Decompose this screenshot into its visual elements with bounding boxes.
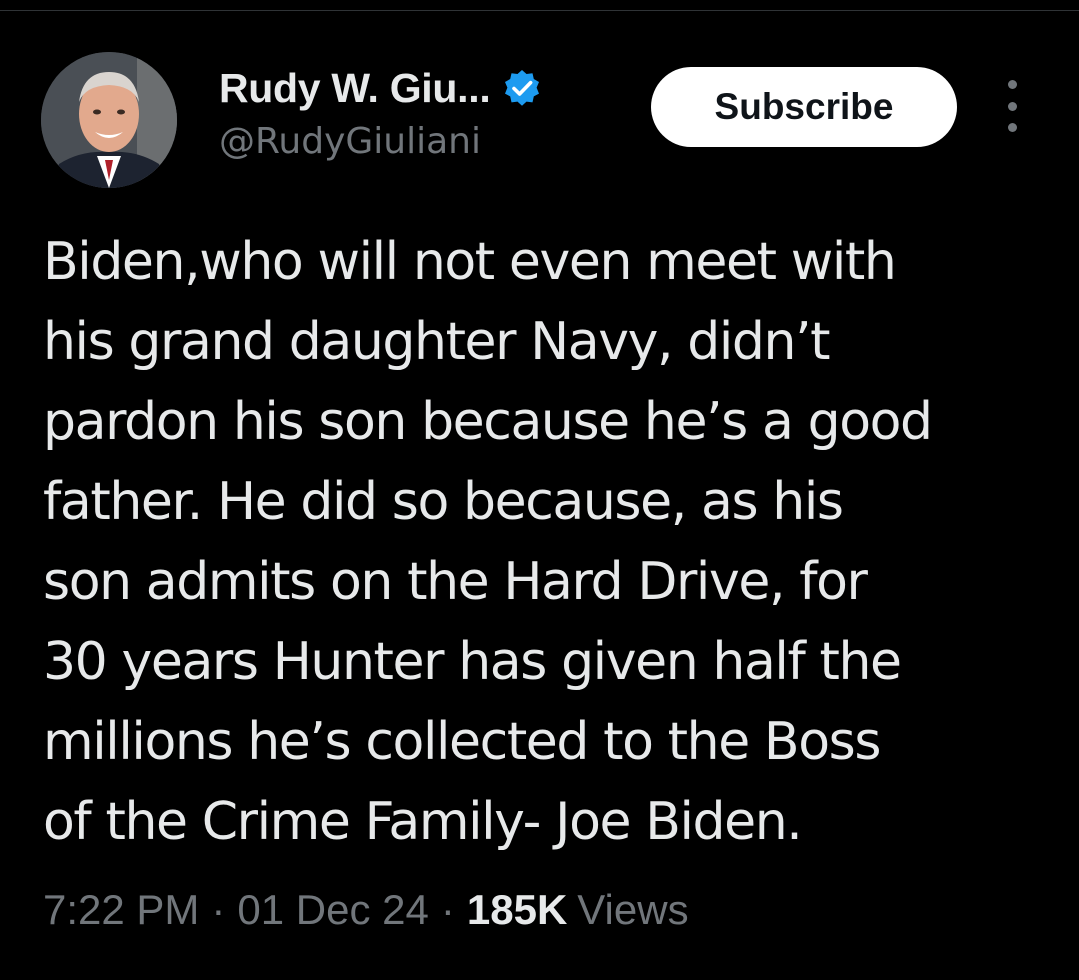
tweet-line: father. He did so because, as his	[43, 472, 844, 532]
subscribe-button[interactable]: Subscribe	[651, 67, 957, 147]
tweet-line: of the Crime Family- Joe Biden.	[43, 792, 803, 852]
tweet-line: 30 years Hunter has given half the	[43, 632, 902, 692]
tweet-time[interactable]: 7:22 PM	[43, 886, 199, 934]
verified-badge-icon	[505, 70, 540, 106]
meta-separator: ·	[211, 886, 226, 933]
tweet-line: Biden,who will not even meet with	[43, 232, 897, 292]
avatar-portrait	[41, 52, 177, 188]
display-name[interactable]: Rudy W. Giu...	[219, 65, 491, 112]
author-name-row[interactable]: Rudy W. Giu...	[219, 62, 542, 114]
views-label[interactable]: Views	[577, 886, 688, 934]
more-dot	[1007, 80, 1017, 89]
top-divider	[0, 10, 1079, 11]
avatar[interactable]	[41, 52, 177, 188]
tweet-line: son admits on the Hard Drive, for	[43, 552, 868, 612]
tweet-line: pardon his son because he’s a good	[43, 392, 933, 452]
tweet-line: millions he’s collected to the Boss	[43, 712, 881, 772]
more-dot	[1007, 123, 1017, 132]
more-dot	[1007, 101, 1017, 111]
tweet-text: Biden,who will not even meet with his gr…	[43, 222, 1053, 862]
author-handle[interactable]: @RudyGiuliani	[219, 121, 481, 162]
tweet-line: his grand daughter Navy, didn’t	[43, 312, 831, 372]
more-vertical-icon[interactable]	[995, 80, 1029, 132]
views-count[interactable]: 185K	[467, 886, 567, 934]
tweet-date[interactable]: 01 Dec 24	[237, 886, 428, 934]
meta-separator: ·	[440, 886, 455, 933]
tweet-meta: 7:22 PM · 01 Dec 24 · 185K Views	[43, 880, 689, 940]
